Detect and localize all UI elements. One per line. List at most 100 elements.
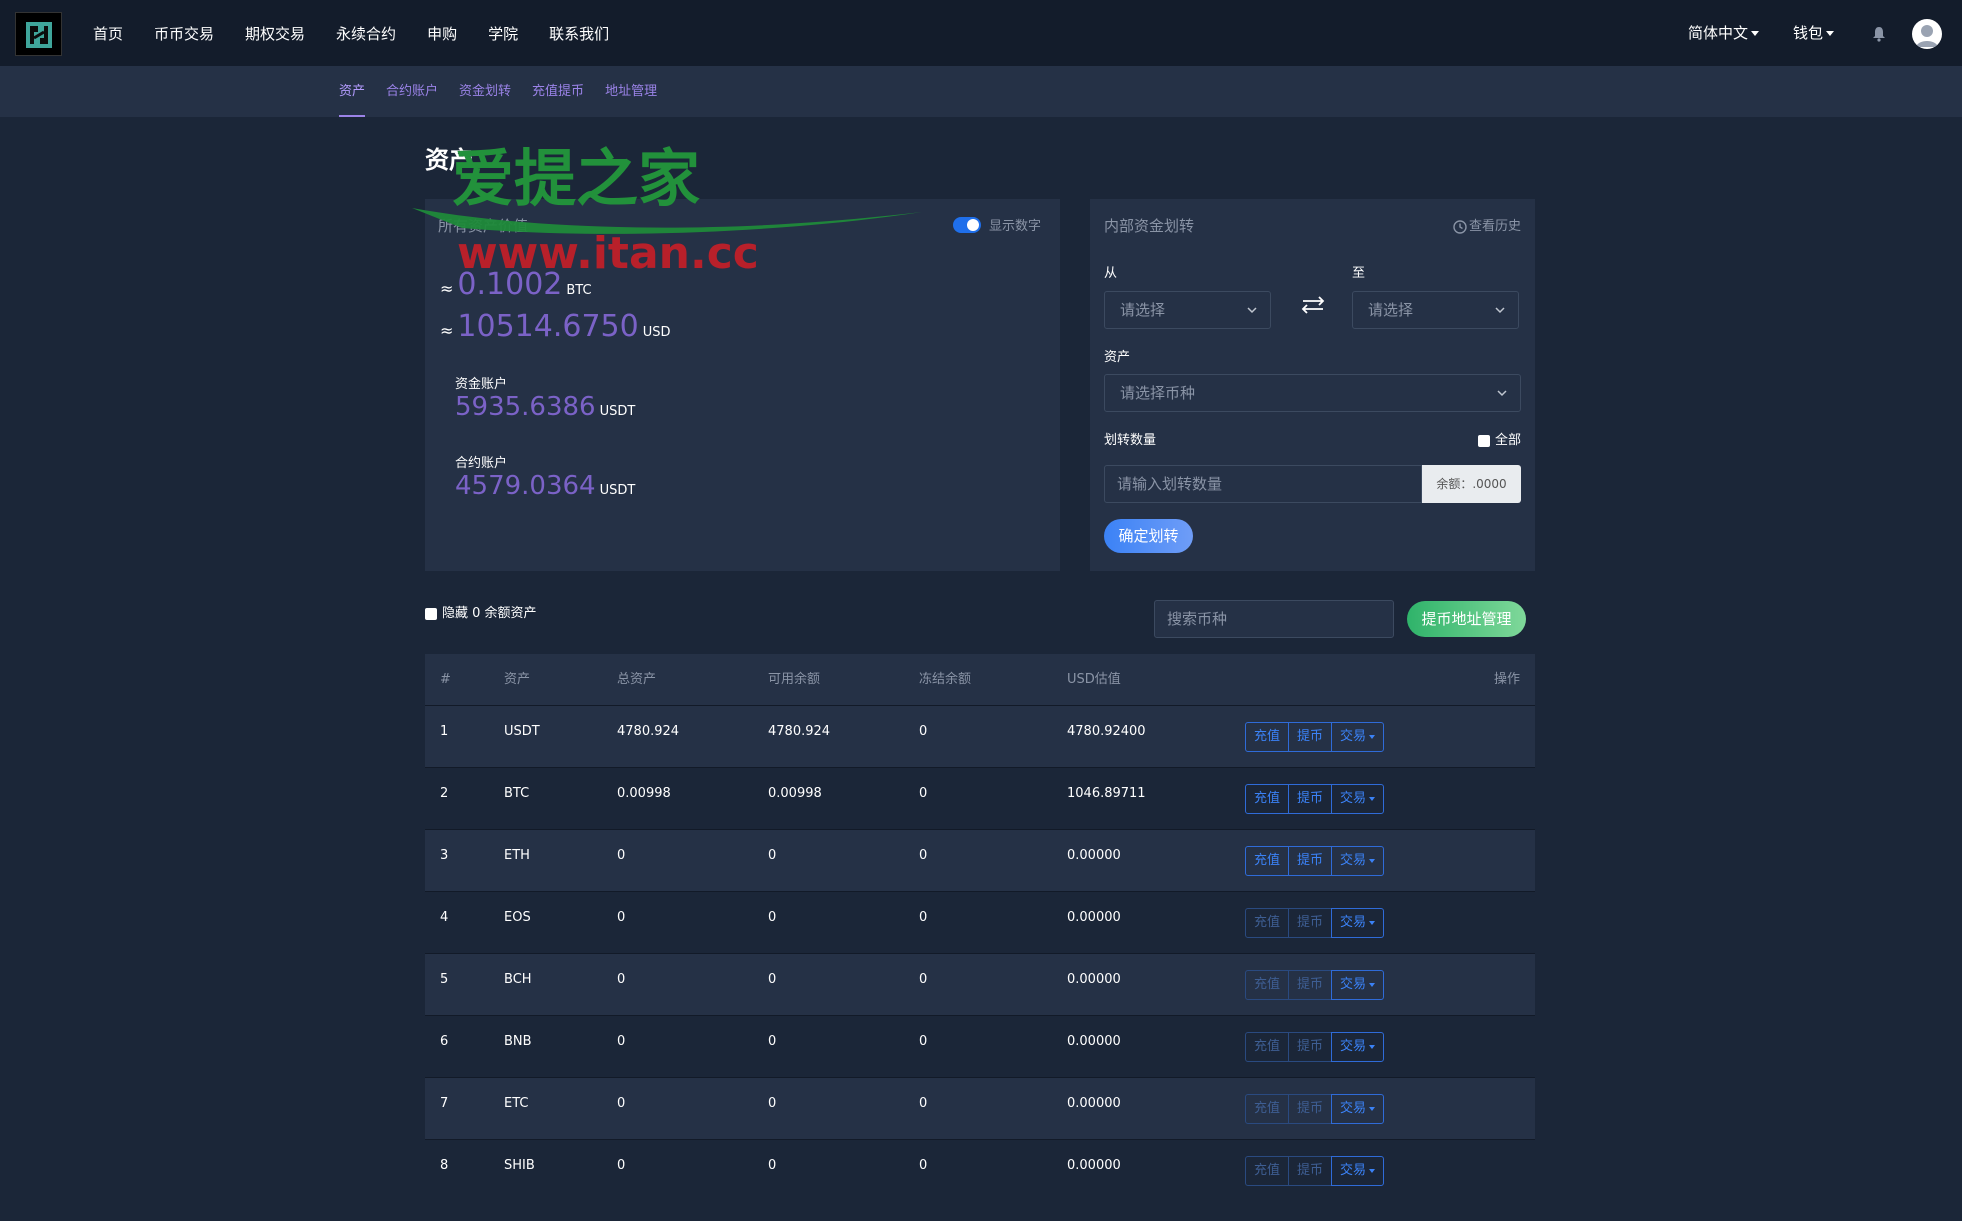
chevron-down-icon bbox=[1497, 390, 1507, 397]
trade-dropdown-button[interactable]: 交易 bbox=[1331, 784, 1385, 814]
withdraw-button[interactable]: 提币 bbox=[1288, 846, 1333, 876]
sub-navbar: 资产 合约账户 资金划转 充值提币 地址管理 bbox=[0, 66, 1962, 117]
row-available: 0 bbox=[768, 972, 777, 987]
row-usd: 1046.89711 bbox=[1067, 786, 1146, 801]
deposit-button[interactable]: 充值 bbox=[1245, 970, 1290, 1000]
subnav-deposit-withdraw[interactable]: 充值提币 bbox=[532, 66, 584, 117]
trade-label: 交易 bbox=[1340, 915, 1367, 930]
deposit-button[interactable]: 充值 bbox=[1245, 908, 1290, 938]
trade-dropdown-button[interactable]: 交易 bbox=[1331, 1032, 1385, 1062]
wallet-label: 钱包 bbox=[1793, 24, 1824, 42]
main-nav: 首页 币币交易 期权交易 永续合约 申购 学院 联系我们 bbox=[93, 0, 640, 66]
from-label: 从 bbox=[1104, 266, 1118, 281]
deposit-button[interactable]: 充值 bbox=[1245, 1032, 1290, 1062]
chevron-down-icon bbox=[1369, 920, 1376, 925]
withdraw-button[interactable]: 提币 bbox=[1288, 1032, 1333, 1062]
search-input[interactable]: 搜索币种 bbox=[1154, 600, 1394, 638]
subnav-links: 资产 合约账户 资金划转 充值提币 地址管理 bbox=[339, 66, 678, 117]
withdraw-button[interactable]: 提币 bbox=[1288, 970, 1333, 1000]
subnav-assets[interactable]: 资产 bbox=[339, 66, 366, 117]
deposit-button[interactable]: 充值 bbox=[1245, 784, 1290, 814]
withdraw-button[interactable]: 提币 bbox=[1288, 908, 1333, 938]
logo[interactable] bbox=[15, 12, 62, 56]
nav-contact[interactable]: 联系我们 bbox=[549, 23, 609, 44]
withdraw-button[interactable]: 提币 bbox=[1288, 784, 1333, 814]
nav-subscribe[interactable]: 申购 bbox=[427, 23, 457, 44]
total-btc: ≈0.1002 BTC bbox=[440, 267, 592, 302]
row-total: 0.00998 bbox=[617, 786, 671, 801]
header-frozen: 冻结余额 bbox=[919, 672, 972, 687]
deposit-button[interactable]: 充值 bbox=[1245, 722, 1290, 752]
assets-card: 所有资产价值 显示数字 ≈0.1002 BTC ≈10514.6750 USD 资金… bbox=[425, 199, 1060, 571]
all-checkbox[interactable]: 全部 bbox=[1477, 429, 1521, 448]
total-usd-unit: USD bbox=[642, 325, 671, 340]
amount-input[interactable]: 请输入划转数量 bbox=[1104, 465, 1422, 503]
row-actions: 充值 提币 交易 bbox=[1245, 1094, 1385, 1124]
trade-label: 交易 bbox=[1340, 977, 1367, 992]
fund-account-unit: USDT bbox=[599, 404, 636, 419]
show-numbers-toggle[interactable] bbox=[953, 217, 981, 233]
to-select[interactable]: 请选择 bbox=[1352, 291, 1519, 329]
from-select-value: 请选择 bbox=[1120, 301, 1166, 319]
from-select[interactable]: 请选择 bbox=[1104, 291, 1271, 329]
chevron-down-icon bbox=[1369, 1168, 1376, 1173]
trade-dropdown-button[interactable]: 交易 bbox=[1331, 970, 1385, 1000]
table-row: 4 EOS 0 0 0 0.00000 充值 提币 交易 bbox=[425, 891, 1535, 953]
nav-options[interactable]: 期权交易 bbox=[245, 23, 305, 44]
clock-icon bbox=[1453, 219, 1467, 234]
trade-label: 交易 bbox=[1340, 1163, 1367, 1178]
address-management-button[interactable]: 提币地址管理 bbox=[1407, 601, 1526, 637]
trade-dropdown-button[interactable]: 交易 bbox=[1331, 846, 1385, 876]
trade-dropdown-button[interactable]: 交易 bbox=[1331, 1156, 1385, 1186]
trade-dropdown-button[interactable]: 交易 bbox=[1331, 1094, 1385, 1124]
assets-table: # 资产 总资产 可用余额 冻结余额 USD估值 操作 1 USDT 4780.92… bbox=[425, 654, 1535, 1201]
assets-label: 所有资产价值 bbox=[438, 217, 529, 235]
row-index: 3 bbox=[440, 848, 449, 863]
subnav-contract-account[interactable]: 合约账户 bbox=[386, 66, 438, 117]
page-title: 资产 bbox=[425, 146, 473, 174]
header-usd: USD估值 bbox=[1067, 672, 1121, 687]
row-available: 4780.924 bbox=[768, 724, 831, 739]
table-row: 1 USDT 4780.924 4780.924 0 4780.92400 充值 提币 交易 bbox=[425, 705, 1535, 767]
confirm-transfer-button[interactable]: 确定划转 bbox=[1104, 519, 1193, 553]
total-btc-unit: BTC bbox=[566, 283, 592, 298]
subnav-address-management[interactable]: 地址管理 bbox=[605, 66, 657, 117]
nav-spot[interactable]: 币币交易 bbox=[154, 23, 214, 44]
table-row: 8 SHIB 0 0 0 0.00000 充值 提币 交易 bbox=[425, 1139, 1535, 1201]
trade-label: 交易 bbox=[1340, 853, 1367, 868]
withdraw-button[interactable]: 提币 bbox=[1288, 722, 1333, 752]
bell-icon[interactable] bbox=[1872, 26, 1886, 46]
table-body: 1 USDT 4780.924 4780.924 0 4780.92400 充值 提币 交易 2 B… bbox=[425, 705, 1535, 1201]
nav-academy[interactable]: 学院 bbox=[488, 23, 518, 44]
row-actions: 充值 提币 交易 bbox=[1245, 784, 1385, 814]
history-link[interactable]: 查看历史 bbox=[1453, 215, 1521, 234]
deposit-button[interactable]: 充值 bbox=[1245, 1094, 1290, 1124]
table-row: 7 ETC 0 0 0 0.00000 充值 提币 交易 bbox=[425, 1077, 1535, 1139]
row-available: 0.00998 bbox=[768, 786, 822, 801]
withdraw-button[interactable]: 提币 bbox=[1288, 1156, 1333, 1186]
deposit-button[interactable]: 充值 bbox=[1245, 846, 1290, 876]
hide-zero-checkbox[interactable]: 隐藏 0 余额资产 bbox=[425, 602, 537, 621]
table-header: # 资产 总资产 可用余额 冻结余额 USD估值 操作 bbox=[425, 654, 1535, 705]
chevron-down-icon bbox=[1369, 858, 1376, 863]
row-usd: 0.00000 bbox=[1067, 848, 1121, 863]
trade-dropdown-button[interactable]: 交易 bbox=[1331, 722, 1385, 752]
approx-sign: ≈ bbox=[440, 321, 454, 340]
wallet-dropdown[interactable]: 钱包 bbox=[1793, 22, 1835, 43]
subnav-fund-transfer[interactable]: 资金划转 bbox=[459, 66, 511, 117]
swap-icon[interactable] bbox=[1299, 295, 1327, 319]
asset-select[interactable]: 请选择币种 bbox=[1104, 374, 1521, 412]
table-row: 3 ETH 0 0 0 0.00000 充值 提币 交易 bbox=[425, 829, 1535, 891]
avatar[interactable] bbox=[1912, 19, 1942, 49]
withdraw-button[interactable]: 提币 bbox=[1288, 1094, 1333, 1124]
language-dropdown[interactable]: 简体中文 bbox=[1688, 22, 1760, 43]
approx-sign: ≈ bbox=[440, 279, 454, 298]
total-usd-value: 10514.6750 bbox=[457, 309, 639, 344]
contract-account-value: 4579.0364 bbox=[455, 471, 596, 501]
deposit-button[interactable]: 充值 bbox=[1245, 1156, 1290, 1186]
fund-account-value: 5935.6386 bbox=[455, 392, 596, 422]
row-frozen: 0 bbox=[919, 1096, 928, 1111]
nav-perpetual[interactable]: 永续合约 bbox=[336, 23, 396, 44]
nav-home[interactable]: 首页 bbox=[93, 23, 123, 44]
trade-dropdown-button[interactable]: 交易 bbox=[1331, 908, 1385, 938]
